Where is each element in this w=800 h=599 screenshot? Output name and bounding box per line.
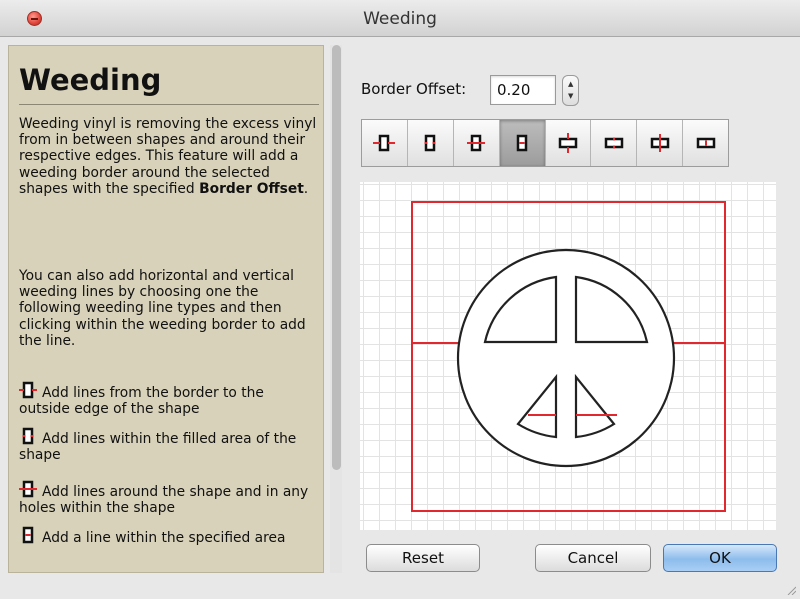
weed-line-vertical-specified-icon (696, 137, 715, 149)
weed-line-specified-area-icon (516, 134, 528, 152)
legend-item-specified-area: Add a line within the specified area (19, 526, 319, 546)
peace-sign-outer (456, 248, 676, 468)
legend-text: Add a line within the specified area (42, 530, 286, 546)
title-bar: Weeding (0, 0, 800, 37)
line-type-around-shape-button[interactable] (454, 120, 500, 166)
cancel-button[interactable]: Cancel (535, 544, 651, 572)
stepper-down-icon[interactable]: ▼ (568, 92, 573, 100)
line-type-vertical-cross-button[interactable] (546, 120, 592, 166)
weed-line-filled-area-icon (424, 134, 436, 152)
line-type-specified-area-button[interactable] (499, 120, 546, 166)
help-heading: Weeding (19, 63, 162, 97)
weed-line-around-shape-icon (19, 480, 37, 498)
window-body: Weeding Weeding vinyl is removing the ex… (0, 37, 800, 599)
weed-line-vertical-cross-icon (558, 133, 578, 153)
help-panel: Weeding Weeding vinyl is removing the ex… (8, 45, 324, 573)
weed-line-border-to-edge-icon (373, 134, 396, 152)
help-divider (19, 104, 319, 105)
help-paragraph-2: You can also add horizontal and vertical… (19, 268, 306, 349)
legend-text: Add lines from the border to the outside… (19, 385, 264, 418)
weed-line-around-shape-icon (467, 134, 486, 152)
weed-line-vertical-filled-icon (604, 137, 624, 149)
line-type-vertical-around-button[interactable] (637, 120, 684, 166)
weeding-preview (411, 201, 726, 512)
ok-button[interactable]: OK (663, 544, 777, 572)
weed-line-type-selector (361, 119, 729, 167)
border-offset-stepper[interactable]: ▲ ▼ (562, 75, 579, 106)
line-type-border-to-edge-button[interactable] (362, 120, 408, 166)
weed-line-filled-area-icon (22, 427, 34, 445)
border-offset-label: Border Offset: (361, 80, 467, 98)
legend-text: Add lines within the filled area of the … (19, 431, 297, 464)
resize-grip-icon[interactable] (786, 585, 796, 595)
weed-line-border-to-edge-icon (19, 381, 37, 399)
line-type-vertical-filled-button[interactable] (591, 120, 638, 166)
border-offset-input[interactable]: 0.20 (490, 75, 556, 105)
legend-text: Add lines around the shape and in any ho… (19, 484, 309, 517)
legend-item-around-shape: Add lines around the shape and in any ho… (19, 480, 319, 516)
line-type-filled-area-button[interactable] (408, 120, 454, 166)
weed-line-specified-area-icon (22, 526, 34, 544)
legend-item-border-to-edge: Add lines from the border to the outside… (19, 381, 319, 417)
window-title: Weeding (363, 9, 437, 29)
stepper-up-icon[interactable]: ▲ (568, 80, 573, 88)
reset-button[interactable]: Reset (366, 544, 480, 572)
weeding-preview-canvas[interactable] (360, 182, 776, 530)
help-scrollbar-thumb[interactable] (332, 45, 341, 470)
line-type-vertical-specified-button[interactable] (683, 120, 728, 166)
help-paragraph-1: Weeding vinyl is removing the excess vin… (19, 116, 317, 197)
weed-line-vertical-around-icon (650, 134, 669, 152)
legend-item-filled-area: Add lines within the filled area of the … (19, 427, 319, 463)
